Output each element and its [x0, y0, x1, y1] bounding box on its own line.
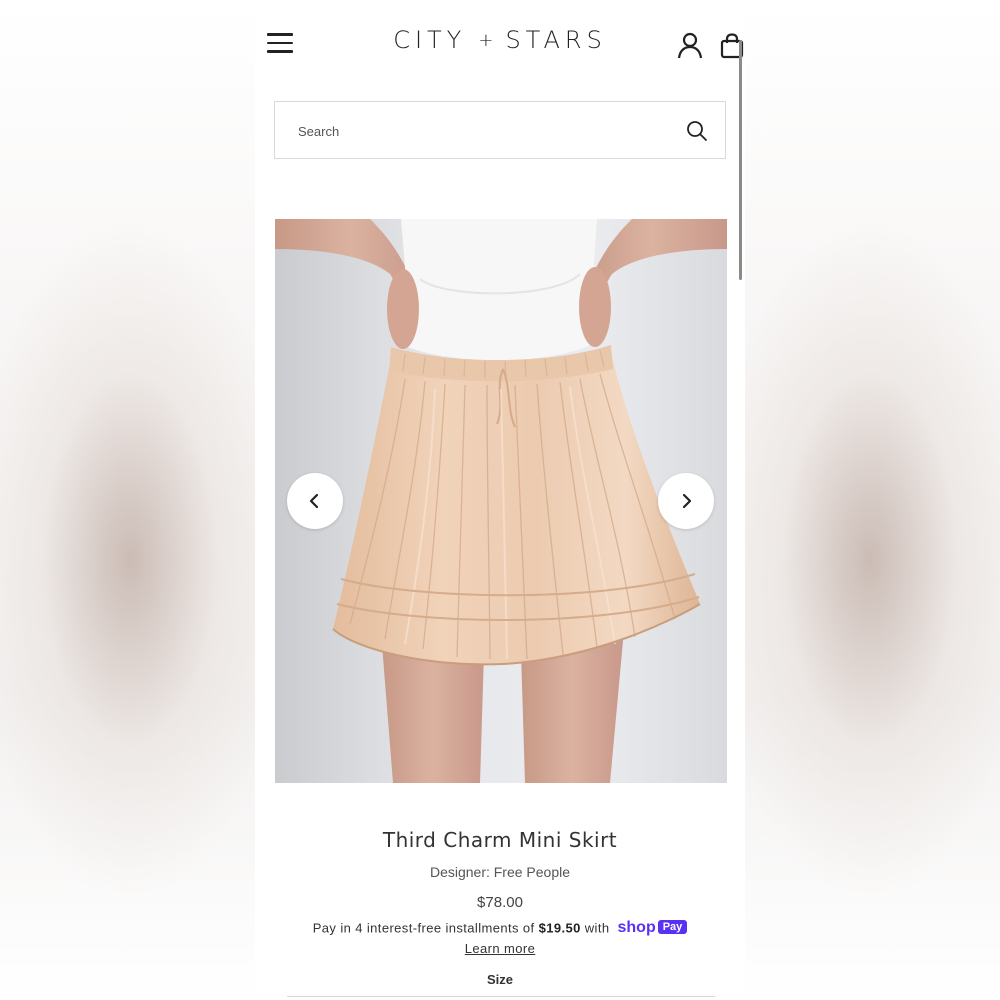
brand-logo-plus: + [478, 30, 494, 51]
site-header: CITY + STARS [255, 0, 745, 90]
installments-info: Pay in 4 interest-free installments of $… [255, 919, 745, 938]
scrollbar[interactable] [739, 40, 742, 280]
product-price: $78.00 [477, 894, 523, 911]
installments-with: with [584, 920, 610, 936]
shop-pay-logo: shop Pay [618, 919, 688, 937]
learn-more-link[interactable]: Learn more [465, 941, 535, 956]
learn-more-container: Learn more [255, 941, 745, 956]
installments-text: Pay in 4 interest-free installments of [312, 920, 535, 936]
gallery-next-button[interactable] [658, 473, 714, 529]
mobile-page: CITY + STARS Search Third Charm Mini Ski… [255, 0, 745, 1000]
size-label: Size [486, 972, 513, 987]
installment-amount: $19.50 [538, 920, 581, 936]
brand-logo[interactable]: CITY + STARS [255, 26, 745, 54]
product-image-gallery[interactable] [275, 219, 727, 783]
search-input[interactable] [296, 102, 680, 160]
search-bar [274, 101, 726, 160]
brand-logo-left: CITY [393, 26, 467, 54]
search-icon[interactable] [686, 120, 708, 142]
product-designer: Designer: Free People [429, 864, 571, 880]
gallery-prev-button[interactable] [287, 473, 343, 529]
chevron-right-icon [682, 493, 692, 509]
user-icon[interactable] [676, 31, 704, 59]
product-title: Third Charm Mini Skirt [382, 828, 618, 852]
brand-logo-right: STARS [505, 26, 607, 54]
chevron-left-icon [309, 493, 319, 509]
shop-pay-shop: shop [617, 919, 656, 936]
shop-pay-badge: Pay [657, 920, 688, 934]
size-selector[interactable] [287, 996, 715, 1000]
